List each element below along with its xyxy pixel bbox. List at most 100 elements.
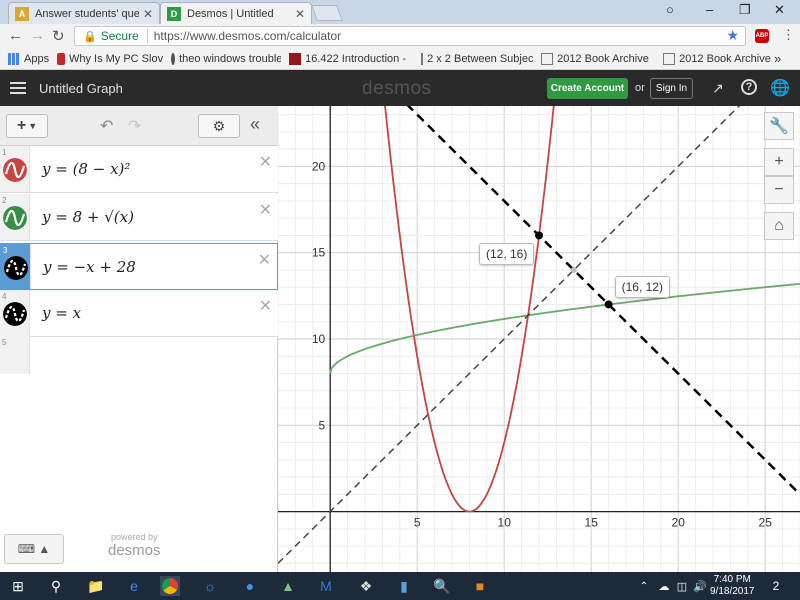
point-label[interactable]: (12, 16) — [479, 243, 535, 266]
chrome-menu-icon[interactable]: ⋮ — [782, 27, 795, 43]
bookmark-book-archive-1[interactable]: 2012 Book Archive — [541, 52, 655, 65]
app-icon[interactable]: ☼ — [200, 576, 220, 596]
expression-number: 2 — [2, 196, 7, 205]
app-icon[interactable]: ▮ — [394, 576, 414, 596]
app-icon[interactable]: ▲ — [278, 576, 298, 596]
chrome-icon[interactable] — [160, 576, 180, 596]
delete-expression-icon[interactable]: ✕ — [259, 200, 272, 220]
search-icon[interactable]: ⚲ — [46, 576, 66, 596]
lock-icon: 🔒 — [83, 30, 97, 43]
graph-visibility-icon[interactable] — [3, 302, 27, 326]
point-label[interactable]: (16, 12) — [614, 276, 670, 299]
tab-answer-students[interactable]: A Answer students' questio ✕ — [8, 2, 160, 24]
edge-icon[interactable]: e — [124, 576, 144, 596]
volume-icon[interactable]: 🔊 — [690, 576, 710, 596]
bookmark-pc-slow[interactable]: Why Is My PC Slov — [57, 52, 163, 65]
bookmark-star-icon[interactable]: ★ — [726, 27, 739, 44]
expression-math[interactable]: y = x — [42, 304, 81, 322]
windows-start-icon[interactable]: ⊞ — [8, 576, 28, 596]
powered-by-desmos[interactable]: powered by desmos — [108, 532, 161, 559]
app-icon[interactable]: ❖ — [356, 576, 376, 596]
expression-row[interactable]: 4 y = x ✕ — [0, 290, 278, 337]
graph-title[interactable]: Untitled Graph — [39, 81, 123, 96]
app-icon[interactable]: ■ — [470, 576, 490, 596]
expression-math[interactable]: y = 8 + √(x) — [42, 208, 134, 226]
create-account-button[interactable]: Create Account — [547, 78, 628, 99]
keyboard-toggle-button[interactable]: ⌨ ▲ — [4, 534, 64, 564]
expression-row[interactable]: 2 y = 8 + √(x) ✕ — [0, 194, 278, 241]
series-curve — [329, 282, 800, 374]
page-icon — [663, 52, 676, 65]
app-icon[interactable]: ● — [240, 576, 260, 596]
file-explorer-icon[interactable]: 📁 — [86, 576, 106, 596]
power-icon — [57, 52, 65, 65]
graph-paper[interactable]: 5 10 15 20 25 5 10 15 20 (12, 16) (16, 12) — [278, 106, 800, 572]
settings-gear-icon[interactable]: ⚙ — [198, 114, 240, 138]
minimize-icon[interactable]: – — [706, 2, 713, 17]
dropdown-caret-icon: ▼ — [28, 121, 38, 131]
menu-icon[interactable] — [10, 79, 26, 97]
expression-row[interactable]: 1 y = (8 − x)² ✕ — [0, 146, 278, 193]
x-tick-label: 25 — [759, 516, 773, 530]
powered-by-text: powered by — [111, 532, 158, 542]
expression-number: 5 — [2, 338, 7, 347]
share-icon[interactable]: ↗ — [709, 79, 727, 97]
expression-math[interactable]: y = −x + 28 — [43, 258, 136, 276]
bookmark-book-archive-2[interactable]: 2012 Book Archive — [663, 52, 773, 65]
redo-icon[interactable]: ↷ — [128, 116, 141, 136]
x-tick-label: 20 — [672, 516, 686, 530]
expression-math[interactable]: y = (8 − x)² — [42, 160, 130, 178]
empty-expression-row[interactable]: 5 — [0, 336, 278, 374]
graph-settings-wrench-icon[interactable]: 🔧 — [764, 112, 794, 140]
tab-close-icon[interactable]: ✕ — [143, 7, 153, 21]
x-tick-label: 10 — [498, 516, 512, 530]
bookmark-apps[interactable]: Apps — [8, 52, 49, 65]
delete-expression-icon[interactable]: ✕ — [258, 250, 271, 270]
graph-visibility-icon[interactable] — [3, 206, 27, 230]
bookmark-16422[interactable]: 16.422 Introduction - — [289, 52, 413, 65]
expression-panel: + ▼ ↶ ↷ ⚙ « 1 y = (8 − x)² ✕ 2 y = 8 + √(… — [0, 106, 278, 572]
undo-icon[interactable]: ↶ — [100, 116, 113, 136]
language-globe-icon[interactable]: 🌐 — [770, 79, 790, 97]
add-item-button[interactable]: + ▼ — [6, 114, 48, 138]
powered-by-logo: desmos — [108, 542, 161, 559]
delete-expression-icon[interactable]: ✕ — [259, 296, 272, 316]
intersection-point — [570, 266, 577, 273]
reload-icon[interactable]: ↻ — [52, 27, 65, 45]
clock[interactable]: 7:40 PM 9/18/2017 — [710, 574, 755, 598]
adblock-icon[interactable]: ABP — [755, 29, 769, 43]
back-icon[interactable]: ← — [8, 27, 23, 44]
x-tick-label: 15 — [585, 516, 599, 530]
graph-canvas[interactable]: 5 10 15 20 25 5 10 15 20 — [278, 106, 800, 572]
tray-chevron-icon[interactable]: ⌃ — [634, 576, 654, 596]
zoom-in-icon[interactable]: + — [764, 148, 794, 176]
delete-expression-icon[interactable]: ✕ — [259, 152, 272, 172]
sign-in-button[interactable]: Sign In — [650, 78, 693, 99]
close-window-icon[interactable]: ✕ — [774, 2, 785, 18]
tray-app-icon[interactable]: ☁ — [654, 576, 674, 596]
tab-desmos[interactable]: D Desmos | Untitled ✕ — [160, 2, 312, 24]
desmos-header: Untitled Graph desmos Create Account or … — [0, 70, 800, 106]
x-tick-label: 5 — [414, 516, 421, 530]
magnifier-icon[interactable]: 🔍 — [432, 576, 452, 596]
bookmark-theo-windows[interactable]: theo windows trouble — [171, 52, 281, 65]
caret-up-icon: ▲ — [38, 542, 51, 556]
more-bookmarks-icon[interactable]: » — [774, 51, 781, 66]
forward-icon[interactable]: → — [30, 27, 45, 44]
network-icon[interactable]: ◫ — [672, 576, 692, 596]
bookmark-2x2[interactable]: 2 x 2 Between Subjec — [421, 52, 533, 65]
app-icon[interactable]: M — [316, 576, 336, 596]
tab-close-icon[interactable]: ✕ — [295, 7, 305, 21]
notifications-icon[interactable]: 2 — [766, 576, 786, 596]
home-icon[interactable]: ⌂ — [764, 212, 794, 240]
expression-row-selected[interactable]: 3 y = −x + 28 ✕ — [0, 243, 278, 290]
profile-icon[interactable]: ○ — [666, 2, 674, 17]
collapse-panel-icon[interactable]: « — [250, 114, 260, 135]
zoom-out-icon[interactable]: − — [764, 176, 794, 204]
graph-visibility-icon[interactable] — [4, 256, 28, 280]
maximize-icon[interactable]: ❐ — [739, 2, 751, 18]
help-icon[interactable]: ? — [741, 79, 757, 95]
graph-visibility-icon[interactable] — [3, 158, 27, 182]
address-bar[interactable]: 🔒 Secure https://www.desmos.com/calculat… — [74, 26, 746, 46]
new-tab-button[interactable] — [311, 5, 343, 21]
